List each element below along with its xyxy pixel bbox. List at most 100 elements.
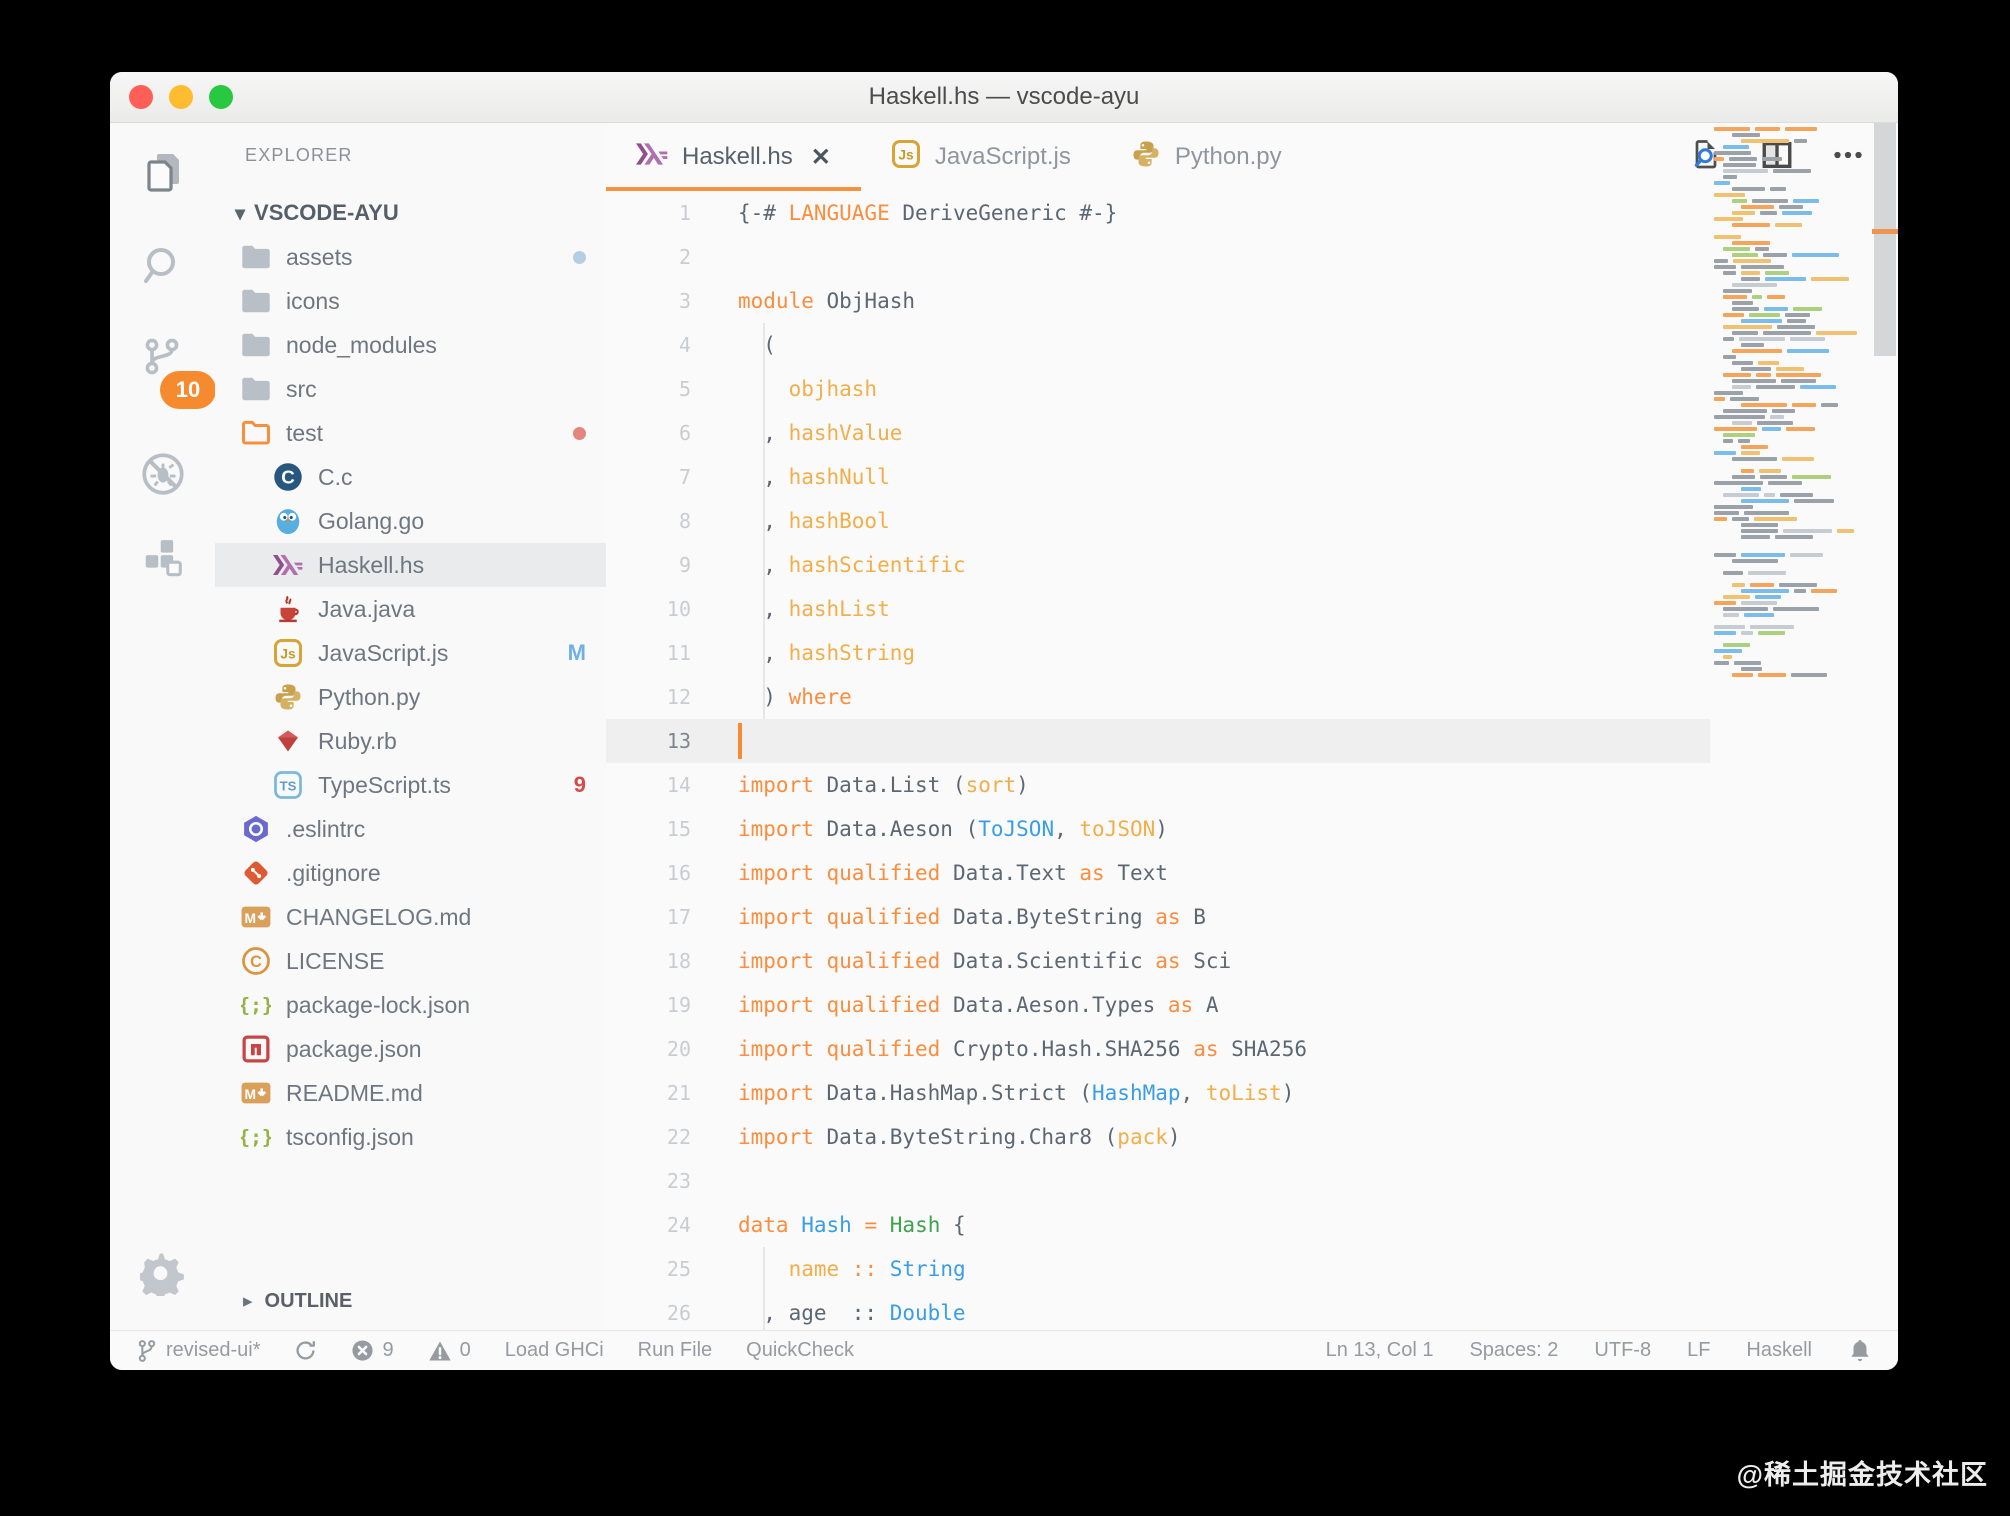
code-line[interactable]: 15 import Data.Aeson (ToJSON, toJSON)	[606, 807, 1898, 851]
zoom-window-button[interactable]	[209, 85, 233, 109]
status-indentation[interactable]: Spaces: 2	[1469, 1339, 1558, 1362]
code-line[interactable]: 19 import qualified Data.Aeson.Types as A	[606, 983, 1898, 1027]
debug-disabled-icon[interactable]	[110, 449, 215, 499]
tab-haskell-hs[interactable]: Haskell.hs ✕	[606, 123, 861, 191]
code-line[interactable]: 17 import qualified Data.ByteString as B	[606, 895, 1898, 939]
explorer-icon[interactable]	[110, 148, 215, 196]
source-control-icon[interactable]: 10	[110, 335, 216, 409]
warning-icon	[428, 1340, 452, 1362]
code-line[interactable]: 20 import qualified Crypto.Hash.SHA256 as…	[606, 1027, 1898, 1071]
close-tab-icon[interactable]: ✕	[811, 143, 831, 172]
code-line[interactable]: 6 , hashValue	[606, 411, 1898, 455]
tab-python-py[interactable]: Python.py	[1101, 123, 1312, 191]
scrollbar-handle[interactable]	[1874, 123, 1896, 356]
code-line[interactable]: 2	[606, 235, 1898, 279]
code-line[interactable]: 4 (	[606, 323, 1898, 367]
tree-item-icons[interactable]: icons	[215, 279, 606, 323]
line-number: 12	[666, 685, 691, 709]
tree-item-c-c[interactable]: C C.c	[215, 455, 606, 499]
tree-item-readme-md[interactable]: M README.md	[215, 1071, 606, 1115]
status-errors[interactable]: 9	[351, 1339, 394, 1362]
code-line[interactable]: 9 , hashScientific	[606, 543, 1898, 587]
minimap-line	[1723, 595, 1750, 599]
code-text: , hashValue	[738, 421, 903, 445]
code-line[interactable]: 1 {-# LANGUAGE DeriveGeneric #-}	[606, 191, 1898, 235]
code-line[interactable]: 5 objhash	[606, 367, 1898, 411]
tree-item-assets[interactable]: assets	[215, 235, 606, 279]
code-line[interactable]: 10 , hashList	[606, 587, 1898, 631]
settings-gear-icon[interactable]	[110, 1250, 215, 1296]
watermark: @稀土掘金技术社区	[1736, 1460, 1988, 1490]
tree-item-label: LICENSE	[286, 947, 385, 974]
tree-item-package-json[interactable]: package.json	[215, 1027, 606, 1071]
code-line[interactable]: 23	[606, 1159, 1898, 1203]
status-cursor-position[interactable]: Ln 13, Col 1	[1326, 1339, 1434, 1362]
status-eol[interactable]: LF	[1687, 1339, 1710, 1362]
outline-section-header[interactable]: ▸ OUTLINE	[215, 1279, 606, 1323]
status-sync[interactable]	[294, 1339, 317, 1362]
code-line[interactable]: 18 import qualified Data.Scientific as Sc…	[606, 939, 1898, 983]
minimap-line	[1762, 331, 1812, 335]
tab-javascript-js[interactable]: Js JavaScript.js	[861, 123, 1101, 191]
line-number: 6	[678, 421, 691, 445]
code-line[interactable]: 25 name :: String	[606, 1247, 1898, 1291]
outline-label: OUTLINE	[264, 1289, 353, 1312]
minimap[interactable]	[1710, 123, 1868, 1331]
tree-item-haskell-hs[interactable]: Haskell.hs	[215, 543, 606, 587]
tree-item-license[interactable]: C LICENSE	[215, 939, 606, 983]
code-line[interactable]: 8 , hashBool	[606, 499, 1898, 543]
tree-item-ruby-rb[interactable]: Ruby.rb	[215, 719, 606, 763]
line-number: 16	[666, 861, 691, 885]
tree-item-src[interactable]: src	[215, 367, 606, 411]
status-notifications[interactable]	[1848, 1338, 1872, 1364]
code-line[interactable]: 7 , hashNull	[606, 455, 1898, 499]
code-line[interactable]: 16 import qualified Data.Text as Text	[606, 851, 1898, 895]
status-warnings[interactable]: 0	[428, 1339, 471, 1362]
code-line[interactable]: 12 ) where	[606, 675, 1898, 719]
tree-item-changelog-md[interactable]: M CHANGELOG.md	[215, 895, 606, 939]
editor-scrollbar[interactable]	[1872, 123, 1898, 1331]
code-line[interactable]: 22 import Data.ByteString.Char8 (pack)	[606, 1115, 1898, 1159]
status-run-file[interactable]: Run File	[638, 1339, 712, 1362]
code-editor[interactable]: 1 {-# LANGUAGE DeriveGeneric #-} 2 3 module …	[606, 191, 1898, 1331]
tree-item-test[interactable]: test	[215, 411, 606, 455]
close-window-button[interactable]	[129, 85, 153, 109]
status-encoding[interactable]: UTF-8	[1594, 1339, 1651, 1362]
tree-item-eslintrc[interactable]: .eslintrc	[215, 807, 606, 851]
tree-item-javascript-js[interactable]: Js JavaScript.js M	[215, 631, 606, 675]
folder-open-file-icon	[241, 418, 271, 448]
status-quickcheck[interactable]: QuickCheck	[746, 1339, 854, 1362]
tree-item-java-java[interactable]: Java.java	[215, 587, 606, 631]
tree-item-tsconfig-json[interactable]: {;} tsconfig.json	[215, 1115, 606, 1159]
tree-item-golang-go[interactable]: Golang.go	[215, 499, 606, 543]
tree-item-gitignore[interactable]: .gitignore	[215, 851, 606, 895]
tree-item-python-py[interactable]: Python.py	[215, 675, 606, 719]
code-line[interactable]: 21 import Data.HashMap.Strict (HashMap, t…	[606, 1071, 1898, 1115]
tree-item-label: README.md	[286, 1079, 423, 1106]
code-line[interactable]: 3 module ObjHash	[606, 279, 1898, 323]
search-icon[interactable]	[110, 242, 215, 290]
code-line[interactable]: 11 , hashString	[606, 631, 1898, 675]
minimap-line	[1714, 217, 1744, 221]
tree-item-typescript-ts[interactable]: TS TypeScript.ts 9	[215, 763, 606, 807]
minimap-line	[1723, 271, 1737, 275]
code-line[interactable]: 26 , age :: Double	[606, 1291, 1898, 1331]
go-file-icon	[273, 506, 303, 536]
status-language-mode[interactable]: Haskell	[1746, 1339, 1812, 1362]
tree-item-package-lock-json[interactable]: {;} package-lock.json	[215, 983, 606, 1027]
status-branch[interactable]: revised-ui*	[136, 1339, 260, 1363]
tree-root-folder[interactable]: ▾ VSCODE-AYU	[215, 191, 606, 235]
minimap-line	[1776, 367, 1804, 371]
tree-item-node-modules[interactable]: node_modules	[215, 323, 606, 367]
tree-item-label: node_modules	[286, 331, 437, 358]
extensions-icon[interactable]	[110, 535, 215, 581]
minimap-line	[1723, 613, 1740, 617]
code-line[interactable]: 13	[606, 719, 1898, 763]
code-line[interactable]: 24 data Hash = Hash {	[606, 1203, 1898, 1247]
tree-item-label: test	[286, 419, 324, 446]
minimap-line	[1714, 193, 1746, 197]
code-text: import qualified Crypto.Hash.SHA256 as S…	[738, 1037, 1307, 1061]
minimize-window-button[interactable]	[169, 85, 193, 109]
status-load-ghci[interactable]: Load GHCi	[505, 1339, 604, 1362]
code-line[interactable]: 14 import Data.List (sort)	[606, 763, 1898, 807]
